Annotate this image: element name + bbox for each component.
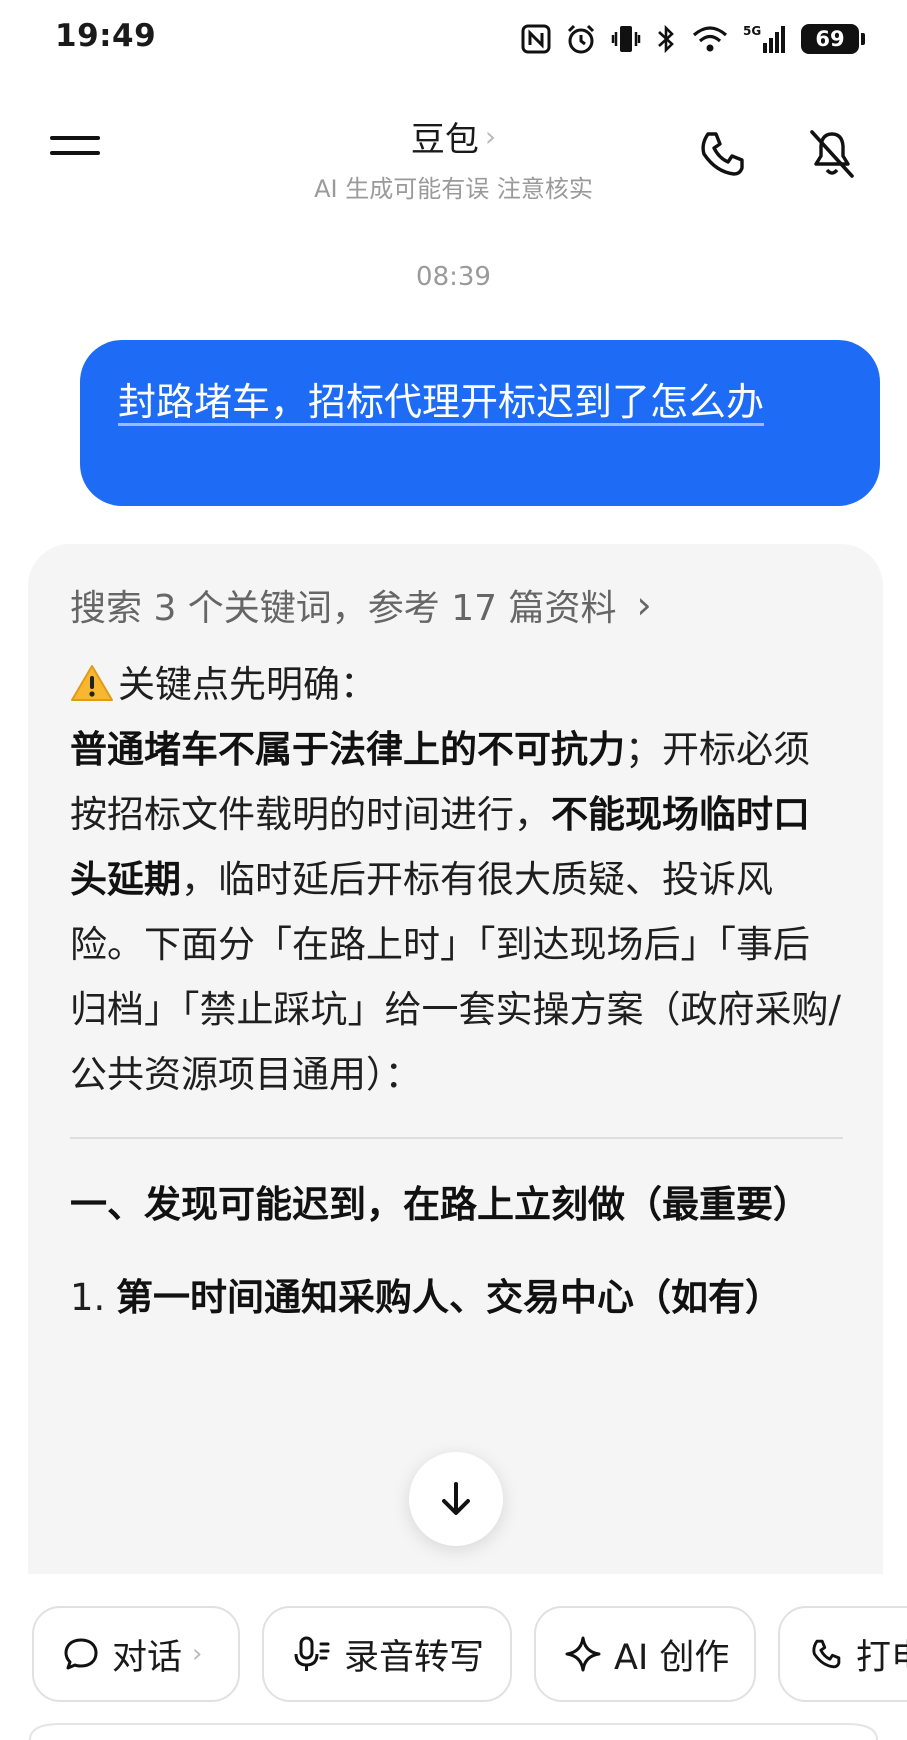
input-area-edge xyxy=(0,1720,907,1740)
list-item: 1. 第一时间通知采购人、交易中心（如有） xyxy=(70,1267,843,1329)
ai-create-label: AI 创作 xyxy=(614,1637,730,1678)
user-message-text: 封路堵车，招标代理开标迟到了怎么办 xyxy=(118,380,765,424)
ai-create-button[interactable]: AI 创作 xyxy=(534,1606,756,1702)
search-summary-text: 搜索 3 个关键词，参考 17 篇资料 xyxy=(70,588,617,629)
chevron-right-icon: › xyxy=(484,120,497,153)
bluetooth-icon xyxy=(658,24,674,54)
page-title-text: 豆包 xyxy=(410,120,479,160)
arrow-down-icon xyxy=(442,1482,470,1515)
wifi-icon xyxy=(692,26,728,52)
call-button[interactable]: 打电话 xyxy=(778,1606,907,1702)
chat-header: 豆包 › AI 生成可能有误 注意核实 xyxy=(0,100,907,203)
microphone-icon xyxy=(294,1636,330,1671)
transcribe-label: 录音转写 xyxy=(344,1637,485,1678)
search-references[interactable]: 搜索 3 个关键词，参考 17 篇资料 › xyxy=(70,580,843,630)
list-item-text: 第一时间通知采购人、交易中心（如有） xyxy=(116,1276,782,1319)
ai-response-card: 搜索 3 个关键词，参考 17 篇资料 › 关键点先明确： 普通堵车不属于法律上… xyxy=(28,544,883,1574)
intro-heading: 关键点先明确： xyxy=(70,652,843,717)
screen: 19:49 5G 69 豆包 › AI 生成可能有误 注意核实 08:39 封路… xyxy=(0,0,907,1740)
chevron-right-icon: › xyxy=(192,1639,203,1669)
ai-answer-body: 关键点先明确： 普通堵车不属于法律上的不可抗力；开标必须按招标文件载明的时间进行… xyxy=(70,652,843,1107)
page-subtitle: AI 生成可能有误 注意核实 xyxy=(314,175,593,203)
warning-icon xyxy=(71,665,113,701)
battery-level: 69 xyxy=(815,27,845,51)
message-timestamp: 08:39 xyxy=(416,262,491,292)
divider xyxy=(70,1137,843,1139)
status-time: 19:49 xyxy=(55,18,157,54)
user-message-bubble[interactable]: 封路堵车，招标代理开标迟到了怎么办 xyxy=(80,340,880,506)
intro-heading-text: 关键点先明确： xyxy=(118,663,377,706)
status-icons: 5G 69 xyxy=(521,20,865,58)
chat-bubble-icon xyxy=(64,1638,98,1670)
paragraph-text-2: ，临时延后开标有很大质疑、投诉风险。下面分「在路上时」「到达现场后」「事后归档」… xyxy=(70,858,841,1096)
nfc-icon xyxy=(521,24,551,54)
status-bar: 19:49 5G 69 xyxy=(0,0,907,80)
battery-icon: 69 xyxy=(801,24,865,54)
scroll-to-bottom-button[interactable] xyxy=(409,1452,503,1546)
chevron-right-icon: › xyxy=(636,583,652,627)
title-area[interactable]: 豆包 › AI 生成可能有误 注意核实 xyxy=(0,112,907,204)
phone-icon[interactable] xyxy=(694,126,750,182)
sparkle-icon xyxy=(565,1636,601,1672)
call-label: 打电话 xyxy=(856,1637,907,1678)
chat-mode-label: 对话 xyxy=(112,1637,183,1678)
bold-point-1: 普通堵车不属于法律上的不可抗力 xyxy=(70,728,625,771)
vibrate-icon xyxy=(611,26,641,52)
list-item-number: 1. xyxy=(70,1276,106,1319)
speaker-muted-icon[interactable] xyxy=(804,126,860,182)
bottom-toolbar: 对话 › 录音转写 AI 创作 打电话 xyxy=(0,1606,907,1702)
intro-paragraph: 普通堵车不属于法律上的不可抗力；开标必须按招标文件载明的时间进行，不能现场临时口… xyxy=(70,717,843,1107)
transcribe-button[interactable]: 录音转写 xyxy=(262,1606,512,1702)
chat-mode-button[interactable]: 对话 › xyxy=(32,1606,240,1702)
signal-5g-icon: 5G xyxy=(743,24,785,53)
phone-icon xyxy=(812,1639,841,1669)
section-title: 一、发现可能迟到，在路上立刻做（最重要） xyxy=(70,1183,810,1226)
alarm-icon xyxy=(567,24,595,54)
svg-text:5G: 5G xyxy=(743,24,761,38)
page-title[interactable]: 豆包 › xyxy=(411,112,496,161)
